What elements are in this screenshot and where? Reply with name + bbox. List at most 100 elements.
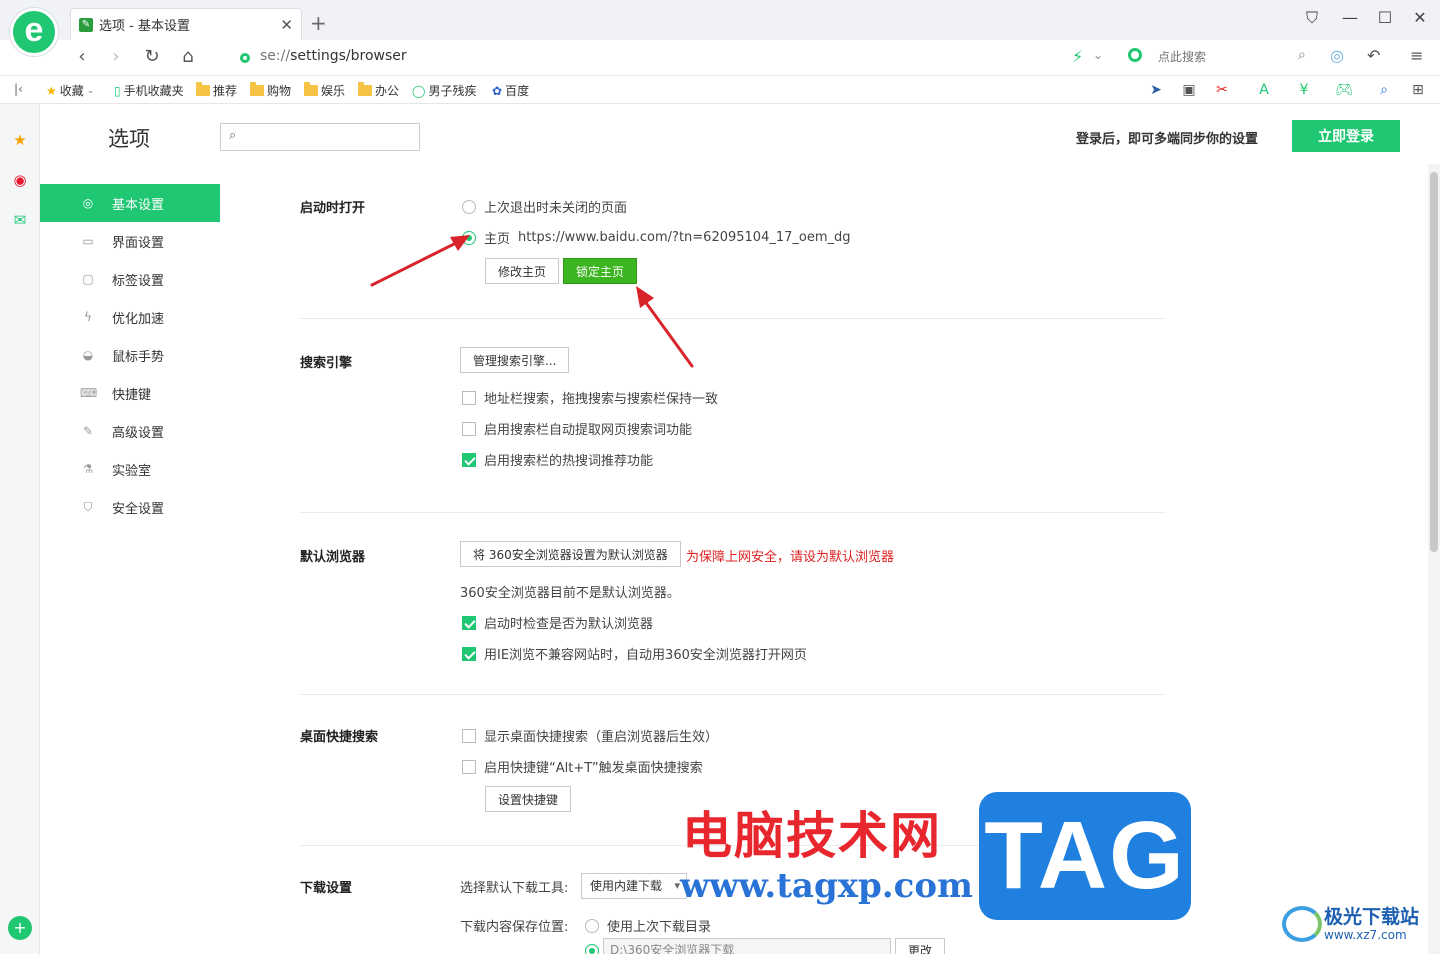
bookmark-baidu[interactable]: ✿ 百度 — [492, 82, 529, 99]
forward-icon[interactable]: › — [104, 45, 128, 69]
lightning-icon[interactable]: ⚡ — [1072, 47, 1083, 66]
sidebar-item-interface[interactable]: ▭ 界面设置 — [40, 222, 220, 260]
sidebar-item-security[interactable]: ⛉ 安全设置 — [40, 488, 220, 526]
watermark-tag-logo: TAG — [979, 792, 1191, 920]
section-title-search-engine: 搜索引擎 — [300, 356, 353, 371]
options-search[interactable]: ⌕ — [220, 123, 420, 151]
chevron-down-icon[interactable]: ⌄ — [1093, 48, 1103, 62]
checkbox-search-extract[interactable] — [462, 421, 476, 436]
desktop-option-show[interactable]: 显示桌面快捷搜索（重启浏览器后生效） — [462, 726, 718, 745]
search-extension-icon[interactable]: ⌕ — [1374, 80, 1394, 100]
flask-icon: ⚗ — [82, 462, 94, 476]
folder-icon — [358, 82, 372, 96]
radio-last-dir[interactable] — [585, 918, 599, 933]
radio-custom-dir[interactable] — [585, 944, 599, 954]
wrench-icon: ✎ — [82, 424, 94, 438]
search-icon[interactable]: ⌕ — [1298, 47, 1306, 63]
tab-settings[interactable]: ✎ 选项 - 基本设置 ✕ — [70, 8, 302, 40]
search-bar[interactable]: ⌕ — [1122, 44, 1322, 70]
default-option-check[interactable]: 启动时检查是否为默认浏览器 — [462, 613, 653, 632]
default-browser-status: 360安全浏览器目前不是默认浏览器。 — [460, 586, 680, 601]
address-bar[interactable]: se://settings/browser — [260, 48, 407, 64]
checkbox-search-sync[interactable] — [462, 390, 476, 405]
baidu-paw-icon: ✿ — [492, 83, 503, 98]
search-option-sync[interactable]: 地址栏搜索，拖拽搜索与搜索栏保持一致 — [462, 388, 718, 407]
sidebar-item-advanced[interactable]: ✎ 高级设置 — [40, 412, 220, 450]
bookmark-360-link[interactable]: ◯ 男子残疾 — [412, 82, 476, 99]
folder-icon — [304, 82, 318, 96]
startup-option-last-session[interactable]: 上次退出时未关闭的页面 — [462, 197, 627, 216]
refresh-icon[interactable]: ↻ — [140, 45, 164, 69]
jiguang-logo-icon — [1282, 906, 1322, 942]
minimize-icon[interactable]: — — [1338, 8, 1362, 30]
undo-icon[interactable]: ↶ — [1367, 46, 1380, 65]
sidebar-item-tabs[interactable]: ▢ 标签设置 — [40, 260, 220, 298]
collapse-sidebar-icon[interactable]: |‹ — [14, 82, 23, 96]
divider — [300, 694, 1166, 695]
secure-icon — [240, 53, 250, 63]
radio-last-session[interactable] — [462, 199, 476, 214]
startup-option-homepage[interactable]: 主页 https://www.baidu.com/?tn=62095104_17_… — [462, 228, 851, 247]
checkbox-desktop-show[interactable] — [462, 728, 476, 743]
home-icon[interactable]: ⌂ — [176, 45, 200, 69]
search-option-hot[interactable]: 启用搜索栏的热搜词推荐功能 — [462, 450, 653, 469]
menu-icon[interactable]: ≡ — [1410, 46, 1423, 65]
divider — [300, 318, 1166, 319]
reader-extension-icon[interactable]: ▣ — [1179, 80, 1199, 100]
cursor-extension-icon[interactable]: ➤ — [1146, 80, 1166, 100]
close-window-icon[interactable]: ✕ — [1408, 8, 1432, 30]
download-option-last-dir[interactable]: 使用上次下载目录 — [585, 916, 711, 935]
watermark-text: 电脑技术网 — [682, 807, 942, 865]
desktop-option-hotkey[interactable]: 启用快捷键“Alt+T”触发桌面快捷搜索 — [462, 757, 703, 776]
checkbox-search-hot[interactable] — [462, 452, 476, 467]
sidebar-item-speed[interactable]: ϟ 优化加速 — [40, 298, 220, 336]
browser-logo[interactable]: e — [10, 8, 58, 56]
set-default-browser-button[interactable]: 将 360安全浏览器设置为默认浏览器 — [460, 541, 681, 567]
skin-shirt-icon[interactable]: ⛉ — [1300, 8, 1324, 30]
extensions-grid-icon[interactable]: ⊞ — [1408, 80, 1428, 100]
download-tool-select[interactable]: 使用内建下载 — [581, 873, 688, 899]
bookmark-favorites[interactable]: ★ 收藏 ⌄ — [46, 82, 94, 99]
sidebar-item-basic[interactable]: ◎ 基本设置 — [40, 184, 220, 222]
close-tab-icon[interactable]: ✕ — [280, 16, 293, 34]
bookmark-mobile[interactable]: ▯ 手机收藏夹 — [114, 82, 184, 99]
sidebar-item-lab[interactable]: ⚗ 实验室 — [40, 450, 220, 488]
maximize-icon[interactable]: ☐ — [1373, 8, 1397, 30]
default-option-ie[interactable]: 用IE浏览不兼容网站时，自动用360安全浏览器打开网页 — [462, 644, 807, 663]
back-icon[interactable]: ‹ — [70, 45, 94, 69]
search-input[interactable] — [1158, 46, 1298, 68]
checkbox-ie-compat[interactable] — [462, 646, 476, 661]
add-tool-icon[interactable]: + — [8, 916, 32, 940]
options-search-input[interactable] — [247, 127, 415, 147]
scroll-thumb[interactable] — [1430, 172, 1438, 552]
weibo-icon[interactable]: ◉ — [10, 170, 30, 190]
lock-homepage-button[interactable]: 锁定主页 — [563, 258, 638, 284]
scissors-icon[interactable]: ✂ — [1212, 80, 1232, 100]
bookmark-folder-shopping[interactable]: 购物 — [250, 82, 291, 99]
set-shortcut-button[interactable]: 设置快捷键 — [485, 786, 572, 812]
phone-icon: ▯ — [114, 83, 121, 98]
change-path-button[interactable]: 更改 — [895, 938, 946, 954]
checkbox-desktop-hotkey[interactable] — [462, 759, 476, 774]
modify-homepage-button[interactable]: 修改主页 — [485, 258, 560, 284]
search-option-extract[interactable]: 启用搜索栏自动提取网页搜索词功能 — [462, 419, 692, 438]
mail-icon[interactable]: ✉ — [10, 210, 30, 230]
download-path-input[interactable]: D:\360安全浏览器下载 — [603, 938, 891, 954]
shopping-extension-icon[interactable]: ¥ — [1294, 80, 1314, 100]
game-extension-icon[interactable]: 🎮︎ — [1334, 80, 1354, 100]
favorites-star-icon[interactable]: ★ — [10, 130, 30, 150]
translate-extension-icon[interactable]: A — [1254, 80, 1274, 100]
manage-search-engines-button[interactable]: 管理搜索引擎... — [460, 347, 570, 373]
lightning-icon: ϟ — [84, 310, 92, 324]
checkbox-check-default[interactable] — [462, 615, 476, 630]
bookmark-folder-recommend[interactable]: 推荐 — [196, 82, 237, 99]
sidebar-item-gestures[interactable]: ◒ 鼠标手势 — [40, 336, 220, 374]
login-button[interactable]: 立即登录 — [1292, 120, 1400, 152]
bookmark-folder-entertainment[interactable]: 娱乐 — [304, 82, 345, 99]
new-tab-icon[interactable]: + — [310, 11, 327, 35]
scrollbar[interactable] — [1428, 164, 1440, 954]
gear-icon: ◎ — [82, 196, 94, 210]
bookmark-folder-office[interactable]: 办公 — [358, 82, 399, 99]
sidebar-item-shortcuts[interactable]: ⌨ 快捷键 — [40, 374, 220, 412]
360-ai-icon[interactable]: ◎ — [1330, 46, 1344, 65]
